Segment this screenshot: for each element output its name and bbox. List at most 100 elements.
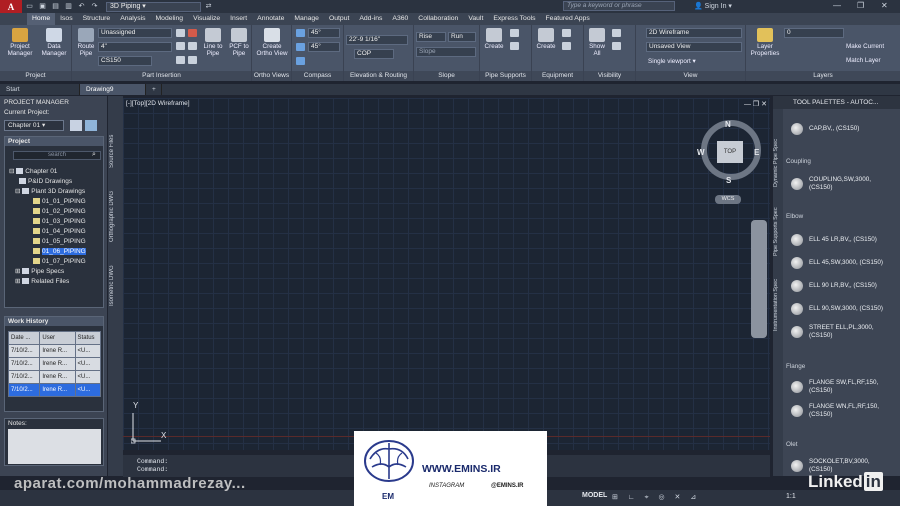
tab-isometric-dwg[interactable]: Isometric DWG	[109, 256, 122, 316]
tool-icon[interactable]	[188, 42, 197, 50]
spec2-select[interactable]: CS150	[98, 56, 152, 66]
create-equipment-button[interactable]: Create	[534, 28, 558, 50]
project-manager-button[interactable]: Project Manager	[4, 28, 36, 57]
make-current-button[interactable]: Make Current	[846, 43, 898, 50]
tree-root[interactable]: ⊟ Chapter 01	[9, 167, 57, 177]
column-header[interactable]: Date ...	[7, 331, 41, 345]
redo-icon[interactable]: ↷	[89, 2, 100, 11]
project-settings-icon[interactable]	[70, 120, 82, 131]
tree-item-drawing[interactable]: 01_05_PIPING	[33, 237, 86, 247]
tab-annotate[interactable]: Annotate	[252, 13, 289, 25]
tab-addins[interactable]: Add-ins	[354, 13, 387, 25]
column-header[interactable]: Status	[74, 331, 102, 345]
sign-in-button[interactable]: 👤 Sign In ▾	[694, 2, 732, 10]
annotation-scale[interactable]: 1:1	[786, 493, 796, 500]
named-view-select[interactable]: Unsaved View	[646, 42, 742, 52]
tool-icon[interactable]	[188, 29, 197, 37]
tab-visualize[interactable]: Visualize	[188, 13, 225, 25]
palette-item[interactable]: FLANGE SW,FL,RF,150, (CS150)	[791, 379, 887, 395]
table-row[interactable]: 7/10/2... Irene R... <U...	[7, 344, 102, 358]
notes-textarea[interactable]	[8, 429, 101, 464]
tab-isos[interactable]: Isos	[55, 13, 77, 25]
angle-input[interactable]: 45°	[308, 42, 340, 52]
slope-input[interactable]: Slope	[416, 47, 476, 57]
project-search-input[interactable]: search	[13, 151, 101, 160]
tool-icon[interactable]	[510, 29, 519, 37]
project-setup-icon[interactable]	[85, 120, 97, 131]
tab-pipe-supports-spec[interactable]: Pipe Supports Spec	[773, 194, 783, 256]
tool-icon[interactable]	[612, 42, 621, 50]
print-icon[interactable]: ▥	[63, 2, 74, 11]
tree-item-drawing[interactable]: 01_07_PIPING	[33, 257, 86, 267]
tree-item-drawing[interactable]: 01_03_PIPING	[33, 217, 86, 227]
match-layer-button[interactable]: Match Layer	[846, 57, 898, 64]
tree-item-plant3d-drawings[interactable]: ⊟ Plant 3D Drawings	[15, 187, 85, 197]
angle-input[interactable]: 45°	[308, 28, 340, 38]
tab-instrumentation-spec[interactable]: Instrumentation Spec	[773, 259, 783, 331]
tab-vault[interactable]: Vault	[463, 13, 488, 25]
elevation-input[interactable]: 22'-9 1/16"	[346, 35, 408, 45]
tab-express-tools[interactable]: Express Tools	[488, 13, 540, 25]
tree-item-drawing[interactable]: 01_04_PIPING	[33, 227, 86, 237]
open-icon[interactable]: ▭	[24, 2, 35, 11]
cop-select[interactable]: COP	[354, 49, 394, 59]
tool-icon[interactable]	[188, 56, 197, 64]
tab-analysis[interactable]: Analysis	[115, 13, 150, 25]
table-row[interactable]: 7/10/2... Irene R... <U...	[7, 357, 102, 371]
column-header[interactable]: User	[39, 331, 76, 345]
viewport-window-controls[interactable]: — ❐ ✕	[744, 100, 767, 108]
route-pipe-button[interactable]: Route Pipe	[74, 28, 98, 57]
tab-manage[interactable]: Manage	[289, 13, 324, 25]
tab-drawing[interactable]: Drawing9	[80, 84, 146, 95]
status-toggles[interactable]: ⊞ ∟ ⌖ ◎ ✕ ⊿	[612, 493, 762, 503]
palette-item[interactable]: STREET ELL,PL,3000, (CS150)	[791, 324, 887, 340]
pcf-to-pipe-button[interactable]: PCF to Pipe	[226, 28, 252, 57]
table-row[interactable]: 7/10/2... Irene R... <U...	[7, 370, 102, 384]
line-to-pipe-button[interactable]: Line to Pipe	[200, 28, 226, 57]
share-icon[interactable]: ⇄	[203, 2, 214, 11]
palette-item[interactable]: ELL 45,SW,3000, (CS150)	[791, 257, 883, 269]
palette-item[interactable]: ELL 45 LR,BV,, (CS150)	[791, 234, 877, 246]
viewcube-top[interactable]: TOP	[717, 141, 743, 163]
new-tab-button[interactable]: +	[146, 84, 162, 95]
tab-start[interactable]: Start	[0, 84, 80, 95]
tree-item-drawing[interactable]: 01_02_PIPING	[33, 207, 86, 217]
tab-source-files[interactable]: Source Files	[109, 126, 122, 176]
tab-orthographic-dwg[interactable]: Orthographic DWG	[109, 181, 122, 251]
tree-item-pid-drawings[interactable]: P&ID Drawings	[19, 177, 72, 187]
compass-south[interactable]: S	[726, 176, 731, 185]
model-space-button[interactable]: MODEL	[582, 492, 607, 499]
compass-east[interactable]: E	[754, 148, 759, 157]
undo-icon[interactable]: ↶	[76, 2, 87, 11]
palette-item[interactable]: ELL 90,SW,3000, (CS150)	[791, 303, 883, 315]
tab-modeling[interactable]: Modeling	[151, 13, 189, 25]
tab-structure[interactable]: Structure	[78, 13, 116, 25]
compass-north[interactable]: N	[725, 120, 731, 129]
app-logo[interactable]: A	[0, 0, 22, 13]
palette-item[interactable]: FLANGE WN,FL,RF,150, (CS150)	[791, 403, 887, 419]
rise-input[interactable]: Rise	[416, 32, 446, 42]
visual-style-select[interactable]: 2D Wireframe	[646, 28, 742, 38]
tab-output[interactable]: Output	[324, 13, 354, 25]
tool-icon[interactable]	[176, 42, 185, 50]
compass-west[interactable]: W	[697, 148, 705, 157]
data-manager-button[interactable]: Data Manager	[38, 28, 70, 57]
tool-icon[interactable]	[612, 29, 621, 37]
run-input[interactable]: Run	[448, 32, 476, 42]
palette-item[interactable]: COUPLING,SW,3000, (CS150)	[791, 176, 887, 192]
tab-dynamic-pipe-spec[interactable]: Dynamic Pipe Spec	[773, 117, 783, 187]
current-project-select[interactable]: Chapter 01 ▾	[4, 120, 64, 131]
tab-a360[interactable]: A360	[387, 13, 413, 25]
create-ortho-view-button[interactable]: Create Ortho View	[254, 28, 290, 57]
tool-icon[interactable]	[562, 42, 571, 50]
table-row[interactable]: 7/10/2... Irene R... <U...	[7, 383, 102, 397]
create-pipe-support-button[interactable]: Create	[482, 28, 506, 50]
close-icon[interactable]: ✕	[881, 1, 888, 10]
spec-select[interactable]: Unassigned	[98, 28, 172, 38]
search-icon[interactable]: ⌕	[92, 151, 96, 159]
compass-icon[interactable]	[296, 43, 305, 51]
tool-icon[interactable]	[510, 42, 519, 50]
tool-icon[interactable]	[562, 29, 571, 37]
tab-home[interactable]: Home	[27, 13, 56, 25]
viewport-controls-label[interactable]: [-][Top][2D Wireframe]	[126, 100, 190, 107]
